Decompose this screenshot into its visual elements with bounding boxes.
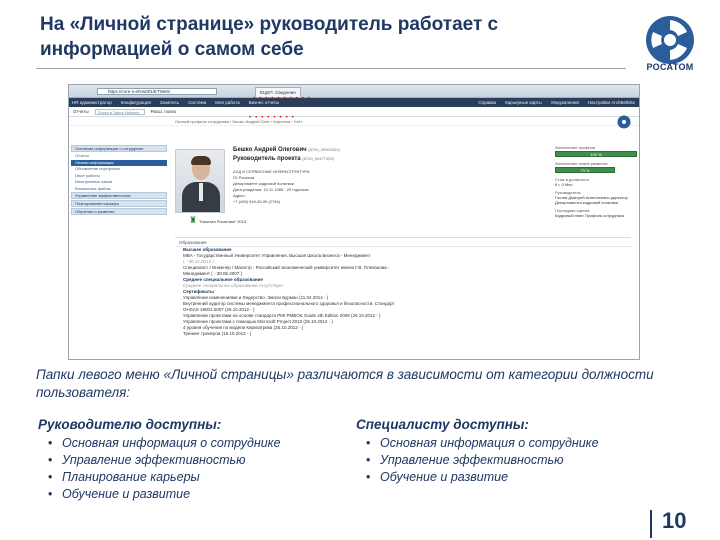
profile-fill-bar: 100 % xyxy=(555,151,637,157)
evaluation-value: Кадровый план Профиль сотрудника xyxy=(555,213,625,218)
manager-item: Управление эффективностью xyxy=(38,452,348,469)
position-code: (8700_00477305) xyxy=(302,156,334,161)
manager-value: Гостев Дмитрий Анатольевич директор Депа… xyxy=(555,195,628,205)
nav-item[interactable]: Конфигурация xyxy=(121,98,151,107)
employee-code: (8700_00000344) xyxy=(308,147,340,152)
manager-item: Основная информация о сотруднике xyxy=(38,435,348,452)
personal-page-screenshot: https://core-s-ehrw001/ETWeb/ ЕЦЕП. Свед… xyxy=(68,84,640,360)
plan-fill-label: Заполнение плана развития xyxy=(555,161,608,166)
slide-caption: Папки левого меню «Личной страницы» разл… xyxy=(36,367,654,400)
left-menu: Основная информация о сотруднике Отчеты … xyxy=(71,145,167,216)
nav-item-right[interactable]: Настройки ArchBelDite xyxy=(588,98,635,107)
left-menu-section[interactable]: Планирование карьеры xyxy=(71,200,167,207)
nav-item[interactable]: HR администратор xyxy=(72,98,112,107)
experience-value: 6 г, 3 Мес xyxy=(555,182,573,187)
address-bar[interactable]: https://core-s-ehrw001/ETWeb/ xyxy=(97,88,217,95)
manager-item: Планирование карьеры xyxy=(38,469,348,486)
page-number: 10 xyxy=(662,508,687,533)
award-icon: ♜ xyxy=(189,215,198,225)
nav-item[interactable]: Знаетесь xyxy=(160,98,179,107)
logo-text: РОСАТОМ xyxy=(646,62,694,72)
manager-column: Руководителю доступны: Основная информац… xyxy=(38,416,348,503)
plan-fill-bar: 73 % xyxy=(555,167,615,173)
specialist-item: Управление эффективностью xyxy=(356,452,666,469)
page-title: На «Личной странице» руководитель работа… xyxy=(40,14,499,60)
nav-item-right[interactable]: Справка xyxy=(478,98,496,107)
browser-bar: https://core-s-ehrw001/ETWeb/ ЕЦЕП. Свед… xyxy=(69,85,639,98)
award-label: "Капитал Росатома" 2015 xyxy=(199,219,247,224)
top-nav: HR администратор Конфигурация Знаетесь С… xyxy=(69,98,639,107)
page-number-divider xyxy=(650,510,652,538)
employee-position: Руководитель проекта (8700_00477305) xyxy=(233,156,334,162)
highlight-dots-icon: •••••••• xyxy=(249,115,298,121)
specialist-column: Специалисту доступны: Основная информаци… xyxy=(356,416,666,486)
highlight-dots-icon: •••••••••• xyxy=(253,96,315,102)
nav-item-right[interactable]: Уведомления xyxy=(551,98,579,107)
left-menu-header[interactable]: Основная информация о сотруднике xyxy=(71,145,167,152)
secondary-toolbar: Отчеты Поиск в Talent Network Расш. поис… xyxy=(69,107,639,117)
manager-item: Обучение и развитие xyxy=(38,486,348,503)
education-line: Тренинг тренеров (15.10.2013 - ) xyxy=(183,331,252,336)
rosatom-mini-logo-icon xyxy=(617,115,631,129)
specialist-item: Обучение и развитие xyxy=(356,469,666,486)
title-divider xyxy=(36,68,626,69)
specialist-item: Основная информация о сотруднике xyxy=(356,435,666,452)
profile-fill-label: Заполнение профиля xyxy=(555,145,596,150)
search-input[interactable]: Поиск в Talent Network xyxy=(94,108,145,115)
nav-item[interactable]: Система xyxy=(188,98,206,107)
manager-heading: Руководителю доступны: xyxy=(38,417,222,432)
education-panel: Образование Высшее образование MBA - Госу… xyxy=(175,237,631,359)
employee-info: АХД И СЕРВИСНЫЕ ИНФРАСТРУКТУРА ГК Росато… xyxy=(233,169,413,205)
right-summary: Заполнение профиля 100 % Заполнение план… xyxy=(555,145,637,221)
nav-item[interactable]: Моя работа xyxy=(215,98,240,107)
advanced-search-link[interactable]: Расш. поиск xyxy=(151,109,176,114)
nav-item-right[interactable]: Карьерные карты xyxy=(505,98,542,107)
employee-photo xyxy=(175,149,225,213)
reports-link[interactable]: Отчеты xyxy=(73,109,89,114)
specialist-heading: Специалисту доступны: xyxy=(356,417,529,432)
left-menu-section[interactable]: Управление эффективностью xyxy=(71,192,167,199)
left-menu-section[interactable]: Обучение и развитие xyxy=(71,208,167,215)
education-lines: Высшее образование MBA - Государственный … xyxy=(175,247,631,337)
tab-education[interactable]: Образование xyxy=(175,238,631,247)
breadcrumb: Личный профиль сотрудника › Бешко Андрей… xyxy=(69,117,639,126)
employee-name: Бешко Андрей Олегович (8700_00000344) xyxy=(233,147,340,153)
info-line: +7 (495) 949-45-95 (2746) xyxy=(233,199,281,204)
